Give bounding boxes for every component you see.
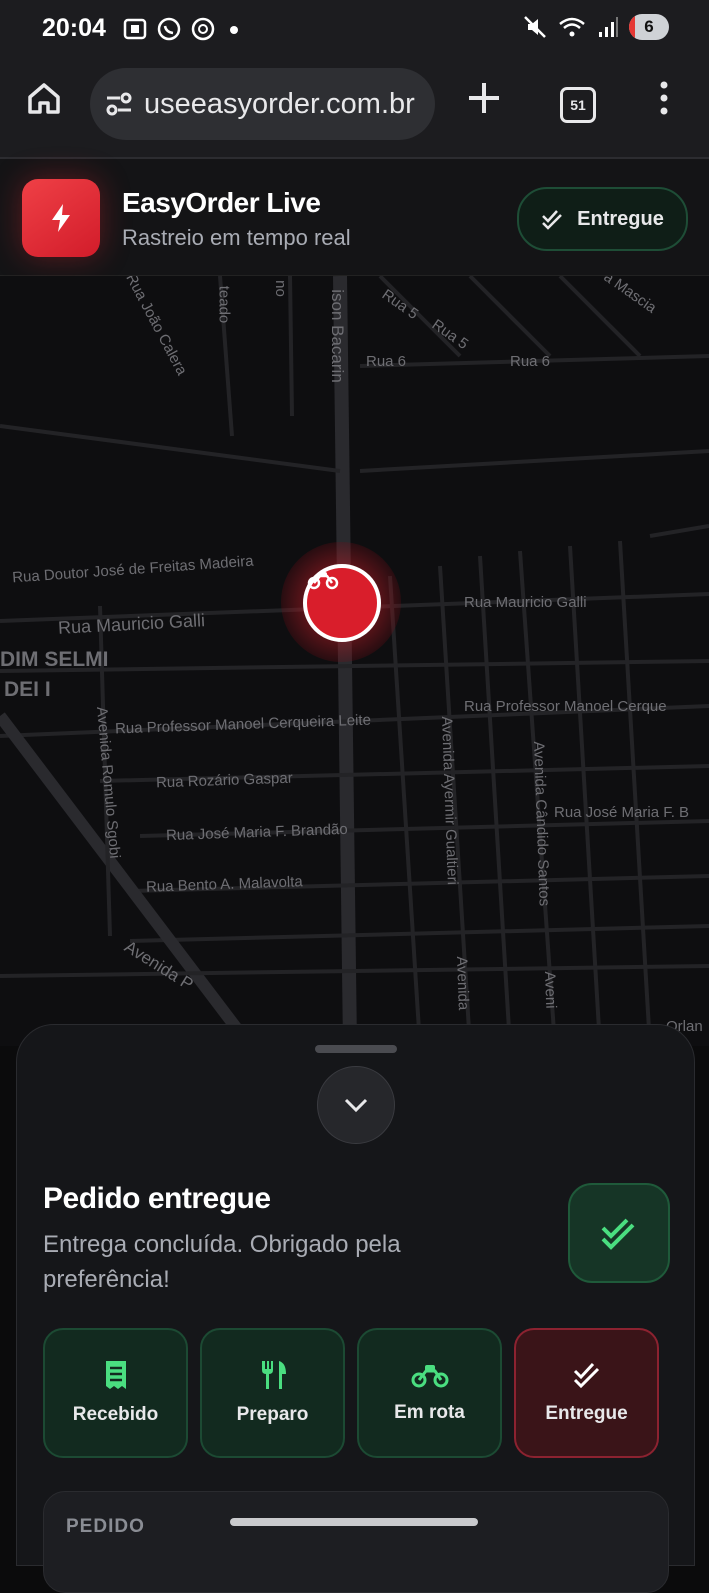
double-check-icon xyxy=(601,1218,635,1250)
app-header: EasyOrder Live Rastreio em tempo real En… xyxy=(0,159,709,276)
step-recebido: Recebido xyxy=(43,1328,188,1458)
site-settings-icon[interactable] xyxy=(104,89,134,119)
map-label: Rua José Maria F. B xyxy=(554,804,690,821)
url-text: useeasyorder.com.br xyxy=(144,87,415,120)
lightning-icon xyxy=(52,204,70,232)
system-icons: 6 xyxy=(523,14,669,40)
map-label: Rua 6 xyxy=(510,353,551,370)
map-label: ison Bacarin xyxy=(327,289,347,383)
app-logo xyxy=(22,179,100,257)
map-view[interactable]: Rua João Calera teado no ison Bacarin Ru… xyxy=(0,276,709,1046)
gesture-bar[interactable] xyxy=(230,1518,478,1526)
map-label: DIM SELMI xyxy=(0,648,109,671)
map-label: DEI I xyxy=(4,678,51,701)
sheet-title: Pedido entregue xyxy=(43,1182,271,1215)
step-label: Recebido xyxy=(72,1404,159,1425)
double-check-icon xyxy=(573,1362,599,1389)
wifi-icon xyxy=(559,17,585,37)
mute-icon xyxy=(524,16,546,38)
battery-level: 6 xyxy=(644,17,654,36)
step-em-rota: Em rota xyxy=(357,1328,502,1458)
step-preparo: Preparo xyxy=(200,1328,345,1458)
map-label: Rua 6 xyxy=(366,353,407,370)
step-label: Entregue xyxy=(545,1403,628,1424)
double-check-icon xyxy=(542,210,563,230)
chevron-down-icon xyxy=(344,1098,368,1113)
map-label: Rua Professor Manoel Cerque xyxy=(464,698,667,715)
order-section-label: PEDIDO xyxy=(66,1516,145,1537)
status-pill-label: Entregue xyxy=(577,207,664,230)
tab-count: 51 xyxy=(570,97,586,113)
address-bar[interactable]: useeasyorder.com.br xyxy=(90,68,435,140)
collapse-button[interactable] xyxy=(317,1066,395,1144)
order-progress-steps: Recebido Preparo Em rota Entregue xyxy=(43,1328,659,1458)
step-entregue: Entregue xyxy=(514,1328,659,1458)
tabs-icon[interactable]: 51 xyxy=(560,87,596,123)
map-label: Avenida xyxy=(453,956,472,1011)
dot-icon xyxy=(230,26,238,34)
chatgpt-icon xyxy=(191,17,215,41)
clock: 20:04 xyxy=(42,14,106,42)
bottom-sheet: Pedido entregue Entrega concluída. Obrig… xyxy=(16,1024,695,1593)
drag-handle[interactable] xyxy=(315,1045,397,1053)
whatsapp-icon xyxy=(157,17,181,41)
delivery-status-pill: Entregue xyxy=(517,187,688,251)
home-icon[interactable] xyxy=(24,78,64,118)
app-title: EasyOrder Live xyxy=(122,187,321,218)
map-label: teado xyxy=(215,285,233,324)
battery-icon: 6 xyxy=(629,14,669,40)
notification-icons xyxy=(122,16,244,42)
map-label: Rua Mauricio Galli xyxy=(464,594,587,611)
new-tab-icon[interactable] xyxy=(464,78,504,118)
app-subtitle: Rastreio em tempo real xyxy=(122,225,351,250)
delivered-badge xyxy=(568,1183,670,1283)
order-section[interactable]: PEDIDO xyxy=(43,1491,669,1593)
signal-icon xyxy=(599,17,618,37)
courier-location-marker[interactable] xyxy=(281,542,401,662)
step-label: Preparo xyxy=(236,1404,309,1425)
status-bar: 20:04 6 xyxy=(0,0,709,60)
motorcycle-icon xyxy=(411,1365,448,1388)
screenshot-icon xyxy=(123,18,147,40)
menu-icon[interactable] xyxy=(644,78,684,118)
browser-toolbar: useeasyorder.com.br 51 xyxy=(0,60,709,159)
map-label: Aveni xyxy=(541,971,560,1009)
map-label: no xyxy=(271,280,289,297)
sheet-subtitle: Entrega concluída. Obrigado pela preferê… xyxy=(43,1231,401,1293)
receipt-icon xyxy=(105,1361,126,1389)
motorcycle-icon xyxy=(307,572,339,590)
step-label: Em rota xyxy=(394,1402,465,1423)
utensils-icon xyxy=(261,1361,286,1389)
